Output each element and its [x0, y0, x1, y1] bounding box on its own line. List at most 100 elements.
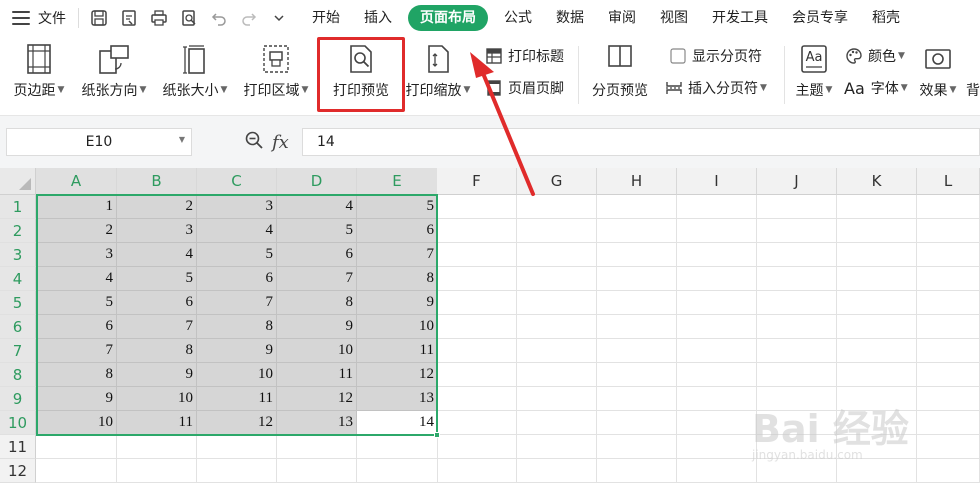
- empty-cell[interactable]: [677, 267, 757, 291]
- data-cell[interactable]: 8: [36, 363, 117, 387]
- empty-cell[interactable]: [437, 411, 517, 435]
- empty-cell[interactable]: [597, 195, 677, 219]
- column-header-l[interactable]: L: [917, 168, 980, 195]
- empty-cell[interactable]: [837, 315, 917, 339]
- data-cell[interactable]: 13: [277, 411, 357, 435]
- row-header-5[interactable]: 5: [0, 291, 36, 315]
- data-cell[interactable]: 5: [36, 291, 117, 315]
- data-cell[interactable]: 10: [117, 387, 197, 411]
- column-header-e[interactable]: E: [357, 168, 438, 195]
- empty-cell[interactable]: [437, 267, 517, 291]
- active-cell[interactable]: 14: [357, 411, 438, 435]
- empty-cell[interactable]: [437, 363, 517, 387]
- empty-cell[interactable]: [677, 387, 757, 411]
- empty-cell[interactable]: [757, 459, 837, 483]
- data-cell[interactable]: 10: [197, 363, 277, 387]
- data-cell[interactable]: 9: [117, 363, 197, 387]
- empty-cell[interactable]: [517, 435, 597, 459]
- column-header-i[interactable]: I: [677, 168, 757, 195]
- tab-member[interactable]: 会员专享: [780, 5, 860, 31]
- data-cell[interactable]: 5: [357, 195, 438, 219]
- empty-cell[interactable]: [197, 459, 277, 483]
- empty-cell[interactable]: [757, 435, 837, 459]
- data-cell[interactable]: 3: [36, 243, 117, 267]
- data-cell[interactable]: 8: [197, 315, 277, 339]
- tab-docer[interactable]: 稻壳: [860, 5, 912, 31]
- empty-cell[interactable]: [677, 435, 757, 459]
- empty-cell[interactable]: [357, 459, 438, 483]
- empty-cell[interactable]: [757, 315, 837, 339]
- tab-data[interactable]: 数据: [544, 5, 596, 31]
- empty-cell[interactable]: [837, 435, 917, 459]
- data-cell[interactable]: 9: [357, 291, 438, 315]
- empty-cell[interactable]: [437, 435, 517, 459]
- data-cell[interactable]: 6: [197, 267, 277, 291]
- data-cell[interactable]: 10: [36, 411, 117, 435]
- data-cell[interactable]: 8: [117, 339, 197, 363]
- column-header-c[interactable]: C: [197, 168, 277, 195]
- column-header-k[interactable]: K: [837, 168, 917, 195]
- row-header-3[interactable]: 3: [0, 243, 36, 267]
- data-cell[interactable]: 10: [357, 315, 438, 339]
- column-header-h[interactable]: H: [597, 168, 677, 195]
- empty-cell[interactable]: [597, 267, 677, 291]
- empty-cell[interactable]: [597, 243, 677, 267]
- empty-cell[interactable]: [437, 315, 517, 339]
- empty-cell[interactable]: [677, 219, 757, 243]
- row-header-11[interactable]: 11: [0, 435, 36, 459]
- empty-cell[interactable]: [917, 291, 980, 315]
- empty-cell[interactable]: [837, 411, 917, 435]
- chevron-down-icon[interactable]: ▼: [179, 135, 185, 144]
- data-cell[interactable]: 3: [197, 195, 277, 219]
- data-cell[interactable]: 12: [357, 363, 438, 387]
- data-cell[interactable]: 7: [36, 339, 117, 363]
- empty-cell[interactable]: [757, 387, 837, 411]
- data-cell[interactable]: 4: [197, 219, 277, 243]
- data-cell[interactable]: 7: [357, 243, 438, 267]
- customize-toolbar-icon[interactable]: [267, 6, 291, 30]
- empty-cell[interactable]: [437, 243, 517, 267]
- empty-cell[interactable]: [837, 459, 917, 483]
- data-cell[interactable]: 7: [277, 267, 357, 291]
- data-cell[interactable]: 3: [117, 219, 197, 243]
- save-icon[interactable]: [87, 6, 111, 30]
- empty-cell[interactable]: [757, 195, 837, 219]
- empty-cell[interactable]: [357, 435, 438, 459]
- margins-button[interactable]: 页边距 ▼: [8, 42, 70, 108]
- data-cell[interactable]: 9: [277, 315, 357, 339]
- empty-cell[interactable]: [517, 459, 597, 483]
- empty-cell[interactable]: [917, 219, 980, 243]
- column-header-g[interactable]: G: [517, 168, 597, 195]
- background-button[interactable]: 背: [966, 42, 980, 108]
- empty-cell[interactable]: [36, 459, 117, 483]
- column-header-d[interactable]: D: [277, 168, 357, 195]
- empty-cell[interactable]: [757, 363, 837, 387]
- empty-cell[interactable]: [917, 339, 980, 363]
- empty-cell[interactable]: [437, 219, 517, 243]
- data-cell[interactable]: 9: [36, 387, 117, 411]
- empty-cell[interactable]: [837, 339, 917, 363]
- data-cell[interactable]: 2: [36, 219, 117, 243]
- data-cell[interactable]: 11: [197, 387, 277, 411]
- tab-home[interactable]: 开始: [300, 5, 352, 31]
- header-footer-button[interactable]: 页眉页脚: [484, 78, 564, 98]
- empty-cell[interactable]: [597, 387, 677, 411]
- data-cell[interactable]: 12: [197, 411, 277, 435]
- name-box[interactable]: E10 ▼: [6, 128, 192, 156]
- data-cell[interactable]: 4: [36, 267, 117, 291]
- data-cell[interactable]: 5: [197, 243, 277, 267]
- empty-cell[interactable]: [517, 387, 597, 411]
- empty-cell[interactable]: [597, 435, 677, 459]
- data-cell[interactable]: 6: [277, 243, 357, 267]
- empty-cell[interactable]: [677, 411, 757, 435]
- empty-cell[interactable]: [437, 195, 517, 219]
- empty-cell[interactable]: [437, 291, 517, 315]
- empty-cell[interactable]: [597, 339, 677, 363]
- column-header-a[interactable]: A: [36, 168, 117, 195]
- data-cell[interactable]: 6: [36, 315, 117, 339]
- empty-cell[interactable]: [757, 411, 837, 435]
- empty-cell[interactable]: [597, 315, 677, 339]
- empty-cell[interactable]: [277, 459, 357, 483]
- row-header-2[interactable]: 2: [0, 219, 36, 243]
- empty-cell[interactable]: [677, 339, 757, 363]
